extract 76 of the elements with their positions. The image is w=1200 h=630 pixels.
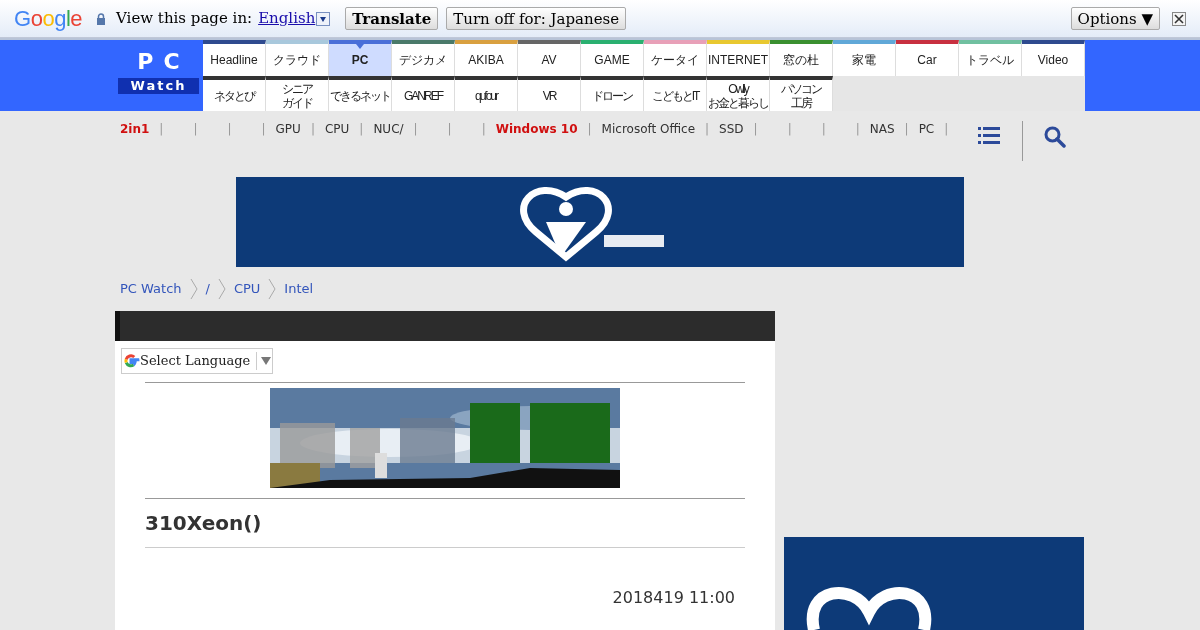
search-icon[interactable]	[1044, 126, 1066, 148]
separator: |	[261, 121, 266, 138]
translate-prompt: View this page in:	[116, 8, 253, 30]
nav-tab[interactable]: 家電	[833, 40, 896, 76]
breadcrumb-link[interactable]: PC Watch	[120, 279, 182, 299]
chevron-icon	[189, 278, 198, 300]
language-link[interactable]: English	[258, 7, 316, 30]
logo-subtitle: Watch	[118, 78, 199, 94]
separator: |	[821, 121, 826, 138]
topic-tag-link[interactable]: GPU	[275, 117, 301, 142]
nav-tab[interactable]: Owlly お金と暮らし	[707, 76, 770, 111]
nav-tab[interactable]: VR	[518, 76, 581, 111]
topic-tag-link[interactable]: Microsoft Office	[601, 117, 696, 142]
separator: |	[705, 121, 710, 138]
language-select[interactable]: Select Language	[121, 348, 273, 374]
dropdown-arrow-icon	[261, 357, 272, 365]
nav-tab[interactable]: Headline	[203, 40, 266, 76]
topic-tag-link[interactable]: PC	[918, 117, 935, 142]
article-date: 2018419 11:00	[612, 587, 735, 609]
nav-tab[interactable]: ケータイ	[644, 40, 707, 76]
separator: |	[447, 121, 452, 138]
nav-tab[interactable]: クラウド	[266, 40, 329, 76]
breadcrumb-link[interactable]: CPU	[233, 279, 261, 299]
separator: |	[904, 121, 909, 138]
menu-icon[interactable]	[978, 127, 1000, 145]
nav-tab[interactable]: GANREF	[392, 76, 455, 111]
nav-tab[interactable]: qufour	[455, 76, 518, 111]
nav-tab[interactable]: シニア ガイド	[266, 76, 329, 111]
logo-title: PC	[136, 50, 190, 74]
separator: |	[359, 121, 364, 138]
nav-tab[interactable]: 窓の杜	[770, 40, 833, 76]
breadcrumb-link[interactable]: /	[205, 279, 210, 299]
language-select-label: Select Language	[140, 352, 251, 371]
article-title: 310Xeon()	[145, 510, 262, 537]
lock-icon	[96, 12, 106, 25]
nav-tab[interactable]: できるネット	[329, 76, 392, 111]
topic-tag-link[interactable]: NUC/	[373, 117, 404, 142]
nav-tab[interactable]: トラベル	[959, 40, 1022, 76]
translate-button[interactable]: Translate	[345, 7, 439, 30]
separator: |	[855, 121, 860, 138]
nav-tab[interactable]: PC	[329, 40, 392, 76]
topic-tag-link[interactable]: 2in1	[120, 117, 150, 142]
topic-tag-link[interactable]: SSD	[719, 117, 744, 142]
turn-off-button[interactable]: Turn off for: Japanese	[446, 7, 627, 30]
nav-tab[interactable]: INTERNET	[707, 40, 770, 76]
separator: |	[481, 121, 486, 138]
separator: |	[193, 121, 198, 138]
nav-tab[interactable]: パソコン 工房	[770, 76, 833, 111]
nav-tab[interactable]: GAME	[581, 40, 644, 76]
nav-tab[interactable]: デジカメ	[392, 40, 455, 76]
nav-tab[interactable]: ネタとぴ	[203, 76, 266, 111]
nav-tab[interactable]: Car	[896, 40, 959, 76]
separator: |	[413, 121, 418, 138]
separator: |	[753, 121, 758, 138]
separator: |	[944, 121, 949, 138]
chevron-icon	[217, 278, 226, 300]
nav-tab[interactable]: AKIBA	[455, 40, 518, 76]
close-icon[interactable]	[1172, 11, 1186, 26]
separator: |	[787, 121, 792, 138]
topic-tag-link[interactable]: CPU	[324, 117, 350, 142]
separator: |	[159, 121, 164, 138]
separator: |	[227, 121, 232, 138]
separator: |	[310, 121, 315, 138]
chevron-icon	[268, 278, 277, 300]
google-g-icon	[122, 352, 140, 370]
separator: |	[587, 121, 592, 138]
nav-tab[interactable]: こどもとIT	[644, 76, 707, 111]
nav-tab[interactable]: AV	[518, 40, 581, 76]
nav-tab[interactable]: Video	[1022, 40, 1085, 76]
breadcrumb-link[interactable]: Intel	[284, 279, 314, 299]
topic-tag-link[interactable]: NAS	[869, 117, 895, 142]
topic-tag-link[interactable]: Windows 10	[495, 117, 578, 142]
options-button[interactable]: Options ▼	[1070, 7, 1160, 30]
google-logo: Google	[14, 5, 82, 33]
site-logo[interactable]: PC Watch	[118, 50, 199, 94]
nav-tab[interactable]: ドローン	[581, 76, 644, 111]
